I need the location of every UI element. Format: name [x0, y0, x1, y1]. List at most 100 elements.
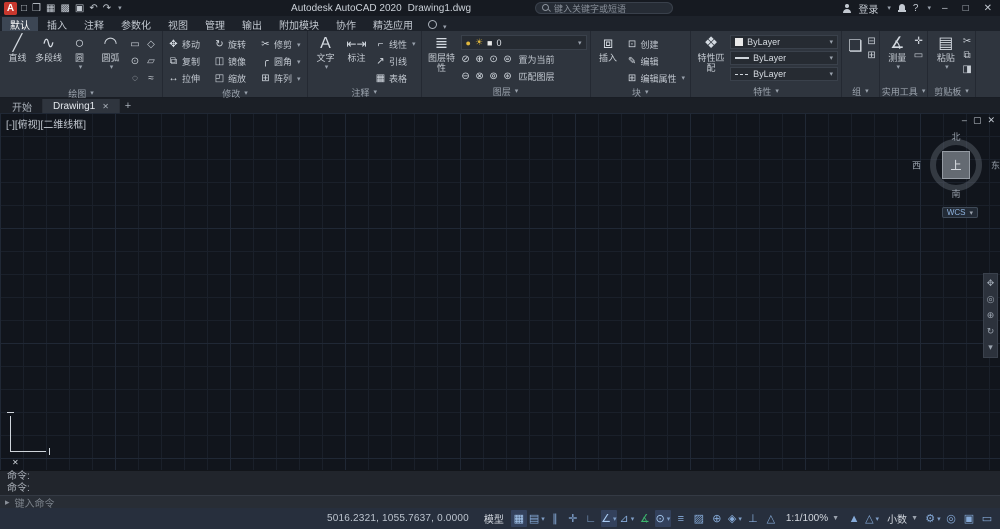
hatch-tool-icon[interactable]: ▱: [143, 53, 159, 70]
id-point-icon[interactable]: ✛: [914, 36, 922, 47]
object-snap-toggle[interactable]: ⊙ ▾: [654, 510, 671, 527]
lineweight-toggle[interactable]: ≡: [673, 510, 689, 527]
circle-button[interactable]: ○ 圆 ▾: [65, 33, 94, 87]
layer-off-icon[interactable]: ⊘: [461, 54, 471, 65]
tab-annotate[interactable]: 注释: [76, 17, 112, 32]
wcs-dropdown[interactable]: WCS ▾: [941, 207, 978, 218]
rectangle-tool-icon[interactable]: ▭: [127, 36, 143, 53]
layer-isolate-icon[interactable]: ⊕: [475, 54, 485, 65]
ellipse-tool-icon[interactable]: ⊙: [127, 53, 143, 70]
rotate-button[interactable]: ↻ 旋转: [212, 36, 258, 53]
minimize-button[interactable]: –: [938, 3, 952, 14]
dynamic-input-toggle[interactable]: ✛: [565, 510, 581, 527]
autocad-logo[interactable]: A: [4, 1, 17, 15]
autoscale-toggle[interactable]: △ ▾: [864, 510, 880, 527]
linear-dim-button[interactable]: ⌐ 线性 ▾: [373, 36, 418, 52]
polygon-tool-icon[interactable]: ◇: [143, 36, 159, 53]
tab-addins[interactable]: 附加模块: [271, 17, 327, 32]
copy-clip-icon[interactable]: ⧉: [963, 50, 970, 61]
layer-dropdown[interactable]: ● ☀ ■ 0 ▾: [460, 35, 587, 50]
viewcube-west-label[interactable]: 西: [912, 159, 921, 172]
panel-label-properties[interactable]: 特性 ▾: [693, 85, 839, 97]
open-file-icon[interactable]: ❒: [32, 3, 41, 14]
navbar-more-icon[interactable]: ▾: [988, 342, 993, 353]
fillet-button[interactable]: ╭ 圆角 ▾: [258, 53, 304, 70]
ortho-toggle[interactable]: ∟: [583, 510, 599, 527]
tab-view[interactable]: 视图: [160, 17, 196, 32]
trim-button[interactable]: ✂ 修剪 ▾: [258, 36, 304, 53]
viewport-close-icon[interactable]: ✕: [987, 115, 995, 126]
group-button[interactable]: ❏: [845, 33, 865, 85]
scale-button[interactable]: ◰ 缩放: [212, 70, 258, 87]
panel-label-annotation[interactable]: 注释 ▾: [310, 86, 419, 98]
layer-dropdown-caret-icon[interactable]: ▾: [578, 39, 582, 47]
full-navigation-wheel-icon[interactable]: ✥: [987, 278, 995, 289]
new-file-icon[interactable]: □: [21, 3, 27, 14]
viewcube-south-label[interactable]: 南: [951, 187, 960, 200]
tab-close-icon[interactable]: ✕: [102, 102, 109, 111]
notifications-icon[interactable]: [897, 4, 906, 12]
viewport-restore-icon[interactable]: ▢: [973, 115, 982, 126]
annotation-monitor-toggle[interactable]: △: [763, 510, 779, 527]
panel-label-layers[interactable]: 图层 ▾: [424, 85, 588, 97]
viewcube-east-label[interactable]: 东: [991, 159, 1000, 172]
table-button[interactable]: ▦ 表格: [373, 70, 418, 86]
panel-label-clipboard[interactable]: 剪贴板 ▾: [930, 85, 972, 97]
annotation-visibility-toggle[interactable]: ▲: [846, 510, 862, 527]
tab-home[interactable]: 默认: [2, 17, 38, 32]
drawing1-tab[interactable]: Drawing1 ✕: [43, 99, 120, 113]
autosnap-toggle[interactable]: ∡: [637, 510, 653, 527]
point-tool-icon[interactable]: ◌: [127, 70, 143, 87]
group-edit-icon[interactable]: ⊞: [867, 50, 875, 61]
orbit-icon[interactable]: ↻: [987, 326, 995, 337]
create-block-button[interactable]: ⊡ 创建: [625, 36, 688, 52]
make-current-button[interactable]: 置为当前: [517, 52, 557, 68]
panel-label-block[interactable]: 块 ▾: [593, 86, 689, 98]
tab-insert[interactable]: 插入: [39, 17, 75, 32]
plot-icon[interactable]: ▣: [75, 3, 84, 14]
line-button[interactable]: ╱ 直线: [3, 33, 32, 87]
graphics-performance-button[interactable]: ▣: [961, 510, 977, 527]
new-tab-button[interactable]: +: [120, 99, 136, 113]
save-icon[interactable]: ▦: [46, 3, 55, 14]
search-box[interactable]: 键入关键字或短语: [535, 2, 674, 14]
help-button[interactable]: ?: [913, 3, 919, 14]
insert-block-button[interactable]: ⧈ 插入: [594, 33, 623, 86]
viewcube-top-face[interactable]: 上: [942, 151, 970, 179]
match-properties-button[interactable]: ❖ 特性匹配: [694, 33, 728, 85]
linetype-dropdown[interactable]: ByLayer ▾: [730, 67, 839, 81]
layer-freeze-icon[interactable]: ☀: [475, 37, 483, 48]
spline-tool-icon[interactable]: ≈: [143, 70, 159, 87]
workspace-switch-button[interactable]: ⚙ ▾: [925, 510, 941, 527]
lineweight-dropdown[interactable]: ByLayer ▾: [730, 51, 839, 65]
viewcube[interactable]: 上 北 南 西 东: [912, 130, 1000, 200]
circle-dropdown-icon[interactable]: ▾: [79, 63, 83, 73]
tab-collaborate[interactable]: 协作: [328, 17, 364, 32]
ungroup-icon[interactable]: ⊟: [867, 36, 875, 47]
help-dropdown-icon[interactable]: ▾: [927, 4, 931, 12]
ribbon-display-caret-icon[interactable]: ▾: [443, 23, 447, 31]
clean-screen-button[interactable]: ▭: [979, 510, 995, 527]
close-button[interactable]: ✕: [980, 3, 996, 14]
polar-tracking-toggle[interactable]: ∠ ▾: [600, 510, 617, 527]
stretch-button[interactable]: ↔ 拉伸: [166, 70, 212, 87]
maximize-button[interactable]: □: [959, 3, 973, 14]
viewcube-north-label[interactable]: 北: [951, 130, 960, 143]
copy-button[interactable]: ⧉ 复制: [166, 53, 212, 70]
object-color-dropdown[interactable]: ByLayer ▾: [730, 35, 839, 49]
arc-dropdown-icon[interactable]: ▾: [110, 63, 114, 73]
dynamic-ucs-toggle[interactable]: ⊥: [745, 510, 761, 527]
units-button[interactable]: 小数 ▼: [882, 510, 923, 527]
start-tab[interactable]: 开始: [2, 99, 43, 114]
snap-toggle[interactable]: ▤ ▾: [529, 510, 545, 527]
text-button[interactable]: A 文字 ▾: [311, 33, 340, 86]
measure-button[interactable]: ∡ 测量 ▾: [883, 33, 912, 85]
layer-properties-button[interactable]: ≣ 图层特性: [425, 33, 459, 85]
layer-unlock-icon[interactable]: ⊛: [503, 71, 513, 82]
user-icon[interactable]: [842, 3, 851, 13]
transparency-toggle[interactable]: ▨: [691, 510, 707, 527]
polyline-button[interactable]: ∿ 多段线: [34, 33, 63, 87]
model-space-button[interactable]: 模型: [479, 510, 509, 527]
tab-manage[interactable]: 管理: [197, 17, 233, 32]
edit-block-button[interactable]: ✎ 编辑: [625, 53, 688, 69]
